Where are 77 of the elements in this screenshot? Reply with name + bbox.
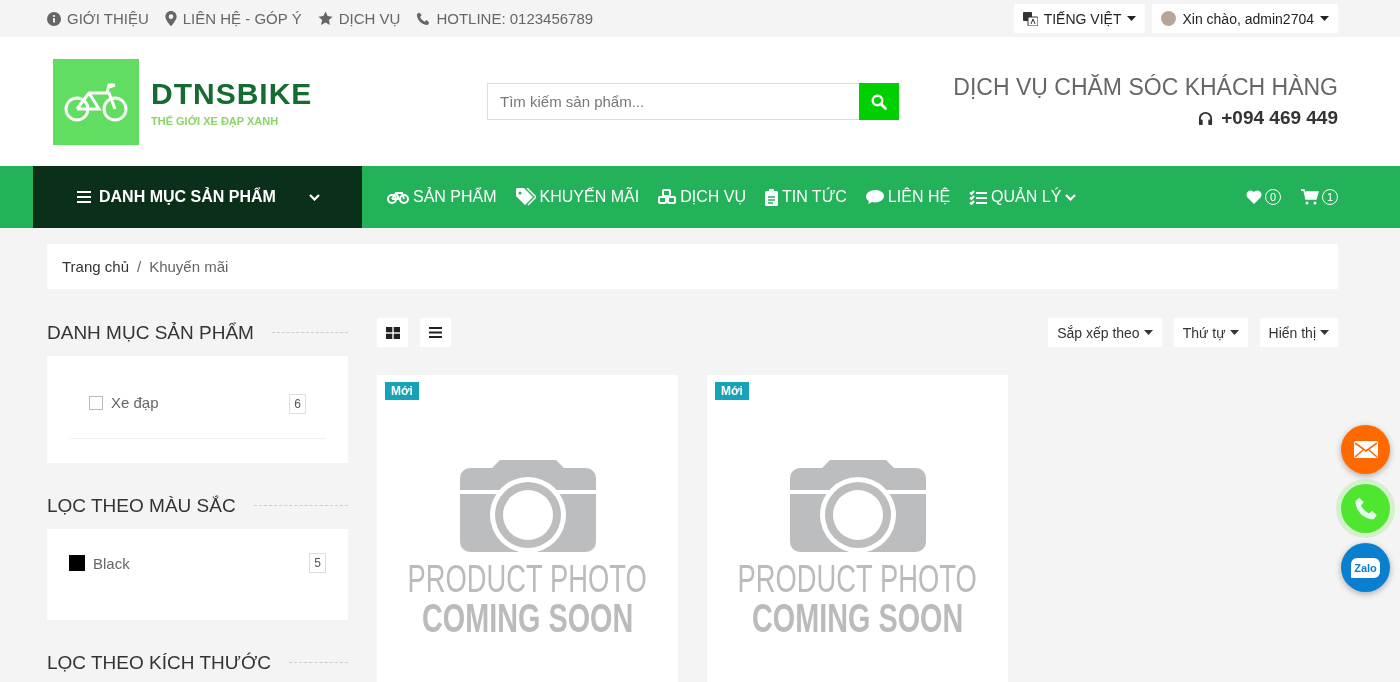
top-link[interactable]: DỊCH VỤ [338, 10, 401, 27]
support-title: DỊCH VỤ CHĂM SÓC KHÁCH HÀNG [953, 74, 1338, 101]
search-icon [871, 93, 887, 110]
placeholder-caption: PRODUCT PHOTO [407, 560, 648, 598]
list-icon [429, 327, 442, 338]
top-link[interactable]: GIỚI THIỆU [67, 10, 149, 27]
camera-icon [789, 460, 926, 552]
sort-dropdown[interactable]: Thứ tự [1173, 318, 1248, 347]
phone-icon [1353, 496, 1378, 521]
list-view-button[interactable] [420, 318, 451, 347]
category-filter[interactable]: Xe đạp [89, 394, 290, 411]
caret-icon [1320, 16, 1329, 21]
search-field[interactable]: Tìm kiếm sản phẩm... [487, 83, 859, 120]
logo-tile[interactable] [53, 58, 139, 145]
checkbox[interactable] [89, 395, 103, 410]
logo-name: DTNSBIKE [151, 76, 313, 111]
breadcrumb-current: Khuyến mãi [149, 258, 229, 275]
map-pin-icon [164, 11, 177, 26]
menu-icon [77, 191, 91, 203]
placeholder-caption: PRODUCT PHOTO [737, 560, 978, 598]
cart-icon[interactable] [1301, 189, 1319, 205]
tag-icon [515, 188, 536, 206]
cubes-icon [658, 189, 677, 205]
sort-dropdown[interactable]: Sắp xếp theo [1048, 318, 1162, 347]
heart-icon[interactable] [1246, 190, 1262, 204]
bicycle-icon [387, 190, 409, 204]
chevron-down-icon [309, 193, 320, 201]
nav-link[interactable]: QUẢN LÝ [969, 188, 1077, 206]
top-link[interactable]: LIÊN HỆ - GÓP Ý [182, 10, 302, 27]
new-badge: Mới [715, 382, 749, 400]
caret-icon [1320, 330, 1329, 335]
avatar [1161, 11, 1177, 26]
checklist-icon [969, 189, 988, 205]
translate-icon [1022, 11, 1038, 26]
section-heading: DANH MỤC SẢN PHẨM [47, 321, 254, 344]
grid-view-button[interactable] [377, 318, 408, 347]
item-count: 6 [289, 394, 306, 414]
top-link[interactable]: HOTLINE: 0123456789 [436, 10, 594, 27]
logo-tagline: THẾ GIỚI XE ĐẠP XANH [151, 114, 280, 127]
nav-link[interactable]: TIN TỨC [764, 188, 847, 206]
clipboard-icon [764, 188, 778, 206]
language-dropdown[interactable]: TIẾNG VIỆT [1013, 4, 1146, 33]
phone-icon [416, 11, 431, 26]
color-filter[interactable]: Black [69, 554, 310, 572]
call-button[interactable] [1341, 484, 1390, 533]
info-icon [47, 11, 61, 26]
envelope-icon [1353, 441, 1378, 458]
section-heading: LỌC THEO KÍCH THƯỚC [47, 651, 271, 674]
product-card[interactable]: Mới PRODUCT PHOTO COMING SOON [377, 375, 678, 682]
star-icon [317, 11, 333, 26]
item-count: 5 [309, 553, 326, 573]
email-button[interactable] [1341, 425, 1390, 474]
grid-icon [385, 326, 400, 339]
product-card[interactable]: Mới PRODUCT PHOTO COMING SOON [707, 375, 1008, 682]
sort-dropdown[interactable]: Hiển thị [1259, 318, 1338, 347]
breadcrumb-separator: / [137, 258, 142, 275]
headset-icon [1198, 110, 1214, 126]
new-badge: Mới [385, 382, 419, 400]
section-heading: LỌC THEO MÀU SẮC [47, 494, 236, 517]
chat-bubble-icon [865, 189, 884, 205]
category-menu-button[interactable]: DANH MỤC SẢN PHẨM [33, 166, 362, 228]
zalo-chat-button[interactable]: Zalo [1341, 543, 1390, 592]
camera-icon [459, 460, 596, 552]
support-phone: +094 469 449 [1221, 107, 1338, 129]
nav-link[interactable]: DỊCH VỤ [658, 188, 746, 206]
nav-link[interactable]: KHUYẾN MÃI [515, 188, 640, 206]
chevron-down-icon [1065, 193, 1077, 201]
caret-icon [1127, 16, 1137, 21]
nav-link[interactable]: SẢN PHẨM [387, 188, 497, 206]
breadcrumb-link[interactable]: Trang chủ [62, 258, 129, 275]
caret-icon [1229, 330, 1239, 335]
search-button[interactable] [859, 83, 899, 120]
caret-icon [1143, 330, 1153, 335]
placeholder-caption: COMING SOON [421, 598, 634, 638]
nav-link[interactable]: LIÊN HỆ [865, 188, 951, 206]
user-menu[interactable]: Xin chào, admin2704 [1152, 4, 1338, 33]
placeholder-caption: COMING SOON [751, 598, 964, 638]
